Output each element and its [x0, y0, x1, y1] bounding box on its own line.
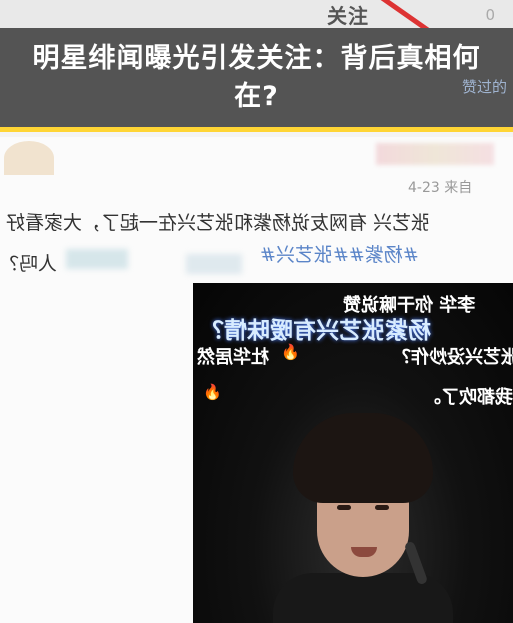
video-screenshot[interactable]: 杨紫张艺兴有暧昧情？ 李华 你干嘛说赞 杜华居然 🔥 杨紫张艺兴没炒作？ 🔥 我… [193, 283, 513, 623]
blurred-region [66, 249, 128, 269]
top-ghost-label: 0 [485, 6, 495, 24]
avatar[interactable] [4, 141, 54, 175]
danmaku-comment: 李华 你干嘛说赞 [343, 295, 476, 316]
blurred-region [186, 254, 242, 274]
weibo-post-card: 4-23 来自 张艺兴 有网友说杨紫和张艺兴在一起了，大家看好 #杨紫##张艺兴… [0, 137, 513, 623]
eye-right [375, 505, 389, 510]
username-blurred [376, 143, 494, 165]
post-text: 张艺兴 有网友说杨紫和张艺兴在一起了，大家看好 [6, 212, 431, 234]
app-top-strip: 关注 0 [0, 0, 513, 39]
post-meta: 4-23 来自 [408, 180, 473, 196]
headline-title: 明星绯闻曝光引发关注：背后真相何在? [32, 42, 481, 112]
eye-left [337, 505, 351, 510]
flame-icon: 🔥 [203, 383, 222, 401]
hair [293, 413, 433, 503]
performer-figure [273, 413, 453, 623]
post-text-tail: 人吗？ [0, 253, 58, 275]
danmaku-comment: 杜华居然 [197, 347, 269, 368]
mouth [351, 547, 377, 557]
post-hashtags[interactable]: #杨紫##张艺兴# [260, 240, 419, 267]
danmaku-comment: 我都吹了。 [423, 387, 513, 408]
tab-follow[interactable]: 关注 [327, 0, 369, 29]
headline-banner: 明星绯闻曝光引发关注：背后真相何在? 赞过的 [0, 28, 513, 132]
flame-icon: 🔥 [281, 343, 300, 361]
side-link-liked[interactable]: 赞过的 [462, 76, 507, 97]
danmaku-comment: 杨紫张艺兴没炒作？ [393, 347, 513, 368]
